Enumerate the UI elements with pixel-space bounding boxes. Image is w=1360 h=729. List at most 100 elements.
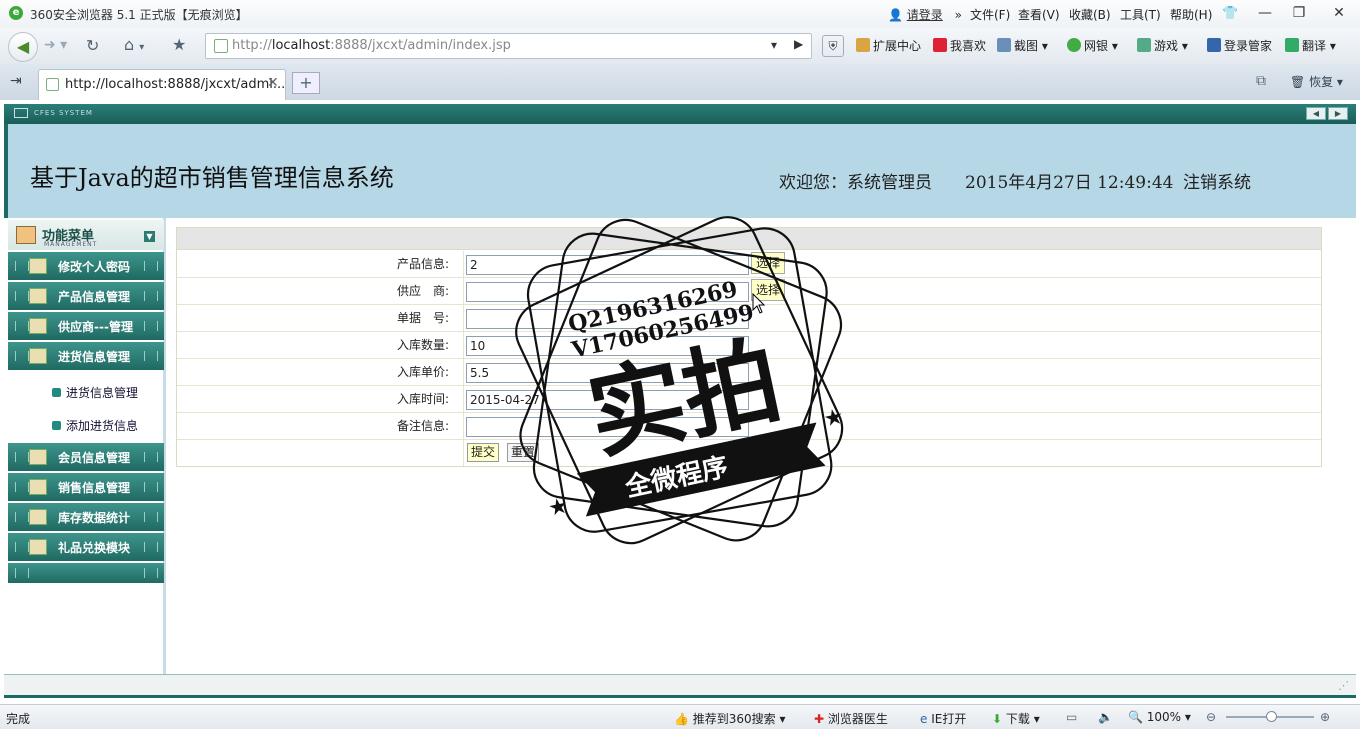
browser-status-bar: 完成 👍 推荐到360搜索 ▾ ✚ 浏览器医生 e IE打开 ⬇ 下载 ▾ ▭ … (0, 704, 1360, 729)
menu-folder-icon (16, 226, 36, 244)
window-list-icon[interactable]: ⧉ (1256, 73, 1266, 89)
sidebar-toggle-icon[interactable]: ⇥ (10, 73, 22, 89)
menu-item-icon (29, 258, 47, 274)
resize-grip-icon[interactable]: ⋰ (1338, 679, 1349, 692)
submenu-add-purchase[interactable]: 添加进货信息 (52, 417, 138, 434)
back-arrow-icon[interactable]: ◀ (8, 32, 38, 62)
login-link[interactable]: 👤 请登录 » (888, 6, 962, 23)
doc-number-label: 单据 号: (177, 305, 464, 331)
price-label: 入库单价: (177, 359, 464, 385)
online-bank-button[interactable]: 网银 ▾ (1067, 37, 1118, 54)
favorite-star-icon[interactable]: ★ (172, 35, 186, 54)
bullet-icon (52, 388, 61, 397)
tab-title: http://localhost:8888/jxcxt/admi... (65, 77, 286, 92)
refresh-icon[interactable]: ↻ (86, 36, 99, 55)
menu-item-icon (29, 288, 47, 304)
translate-button[interactable]: 翻译 ▾ (1285, 37, 1336, 54)
mouse-cursor-icon (752, 293, 766, 314)
menu-item-purchase[interactable]: 进货信息管理 (8, 342, 164, 370)
games-button[interactable]: 游戏 ▾ (1137, 37, 1188, 54)
tab-page-icon (46, 78, 59, 91)
remark-label: 备注信息: (177, 413, 464, 439)
monitor-icon (14, 108, 28, 118)
menu-item-member[interactable]: 会员信息管理 (8, 443, 164, 471)
datetime-text: 2015年4月27日 12:49:44 (965, 173, 1174, 193)
recommend-360-search-button[interactable]: 👍 推荐到360搜索 ▾ (674, 710, 786, 727)
logout-link[interactable]: 注销系统 (1183, 168, 1251, 193)
address-dropdown-icon[interactable]: ▾ (771, 38, 777, 52)
navigation-toolbar: ◀ ➜ ▾ ↻ ⌂ ▾ ★ http://localhost:8888/jxcx… (0, 28, 1360, 64)
zoom-slider[interactable] (1226, 711, 1314, 722)
menu-file[interactable]: 文件(F) (970, 6, 1010, 23)
browser-title-bar: e 360安全浏览器 5.1 正式版【无痕浏览】 👤 请登录 » 文件(F) 查… (0, 0, 1360, 28)
open-in-ie-button[interactable]: e IE打开 (920, 710, 966, 727)
shield-icon[interactable]: ⛨ (822, 35, 844, 57)
bullet-icon (52, 421, 61, 430)
close-window-button[interactable]: ✕ (1324, 3, 1354, 23)
menu-footer-bar (8, 563, 164, 583)
svg-text:★: ★ (822, 404, 847, 433)
tab-close-icon[interactable]: ✕ (267, 75, 279, 91)
menu-item-supplier[interactable]: 供应商---管理 (8, 312, 164, 340)
app-banner: 基于Java的超市销售管理信息系统 欢迎您：系统管理员 2015年4月27日 1… (4, 124, 1356, 218)
zoom-button[interactable]: 🔍 100% ▾ (1128, 710, 1191, 724)
download-button[interactable]: ⬇ 下载 ▾ (992, 710, 1040, 727)
forward-arrow-icon[interactable]: ➜ ▾ (44, 37, 67, 53)
menu-item-sales[interactable]: 销售信息管理 (8, 473, 164, 501)
scroll-left-icon[interactable]: ◀ (1306, 107, 1326, 120)
function-menu: 功能菜单 MANAGEMENT ▼ 修改个人密码 产品信息管理 供应商---管理… (8, 218, 166, 674)
menu-view[interactable]: 查看(V) (1018, 6, 1060, 23)
zoom-in-icon[interactable]: ⊕ (1320, 710, 1330, 724)
scroll-right-icon[interactable]: ▶ (1328, 107, 1348, 120)
screenshot-button[interactable]: 截图 ▾ (997, 37, 1048, 54)
tab-bar: ⇥ http://localhost:8888/jxcxt/admi... ✕ … (0, 64, 1360, 100)
actions-label-cell (177, 440, 464, 466)
login-manager-button[interactable]: 登录管家 (1207, 37, 1272, 54)
address-url[interactable]: http://localhost:8888/jxcxt/admin/index.… (232, 38, 511, 53)
shirt-icon[interactable]: 👕 (1222, 6, 1238, 21)
browser-tab[interactable]: http://localhost:8888/jxcxt/admi... ✕ (38, 69, 286, 100)
menu-favorites[interactable]: 收藏(B) (1069, 6, 1111, 23)
submenu-purchase-manage[interactable]: 进货信息管理 (52, 384, 138, 401)
address-bar[interactable]: http://localhost:8888/jxcxt/admin/index.… (205, 33, 812, 59)
menu-subtitle: MANAGEMENT (44, 241, 98, 248)
menu-item-inventory[interactable]: 库存数据统计 (8, 503, 164, 531)
browser-title: 360安全浏览器 5.1 正式版【无痕浏览】 (30, 8, 248, 22)
browser-doctor-button[interactable]: ✚ 浏览器医生 (814, 710, 888, 727)
menu-item-product-info[interactable]: 产品信息管理 (8, 282, 164, 310)
product-label: 产品信息: (177, 251, 464, 277)
menu-help[interactable]: 帮助(H) (1170, 6, 1212, 23)
watermark-stamp: Q2196316269 V17060256499 实拍 全微程序 ★ ★ (515, 216, 847, 545)
menu-item-change-password[interactable]: 修改个人密码 (8, 252, 164, 280)
home-icon[interactable]: ⌂ ▾ (124, 35, 144, 54)
minimize-button[interactable]: — (1250, 3, 1280, 23)
restore-window-button[interactable]: ❐ (1284, 3, 1314, 23)
menu-item-icon (29, 539, 47, 555)
app-footer-bar: ⋰ (4, 674, 1356, 698)
status-text: 完成 (6, 712, 31, 726)
menu-item-icon (29, 318, 47, 334)
page-icon (214, 39, 228, 53)
restore-closed-button[interactable]: 🗑 恢复 ▾ (1290, 73, 1343, 90)
menu-tools[interactable]: 工具(T) (1120, 6, 1161, 23)
menu-item-icon (29, 509, 47, 525)
extension-center-button[interactable]: 扩展中心 (856, 37, 921, 54)
app-brand: CFES SYSTEM (34, 109, 93, 117)
app-header-strip: CFES SYSTEM ◀ ▶ (4, 104, 1356, 124)
menu-item-icon (29, 479, 47, 495)
date-label: 入库时间: (177, 386, 464, 412)
submit-button[interactable]: 提交 (467, 443, 499, 462)
zoom-out-icon[interactable]: ⊖ (1206, 710, 1216, 724)
zoom-slider-handle[interactable] (1266, 711, 1277, 722)
new-tab-button[interactable]: + (292, 72, 320, 94)
menu-item-gift[interactable]: 礼品兑换模块 (8, 533, 164, 561)
favorites-like-button[interactable]: 我喜欢 (933, 37, 986, 54)
window-mode-icon[interactable]: ▭ (1066, 710, 1077, 724)
collapse-icon[interactable]: ▼ (144, 231, 155, 242)
volume-icon[interactable]: 🔈 (1098, 710, 1113, 724)
menu-title-bar: 功能菜单 MANAGEMENT ▼ (8, 220, 164, 250)
browser-logo-icon: e (9, 6, 23, 20)
quantity-label: 入库数量: (177, 332, 464, 358)
go-arrow-icon[interactable]: ▶ (794, 37, 803, 51)
menu-item-icon (29, 348, 47, 364)
